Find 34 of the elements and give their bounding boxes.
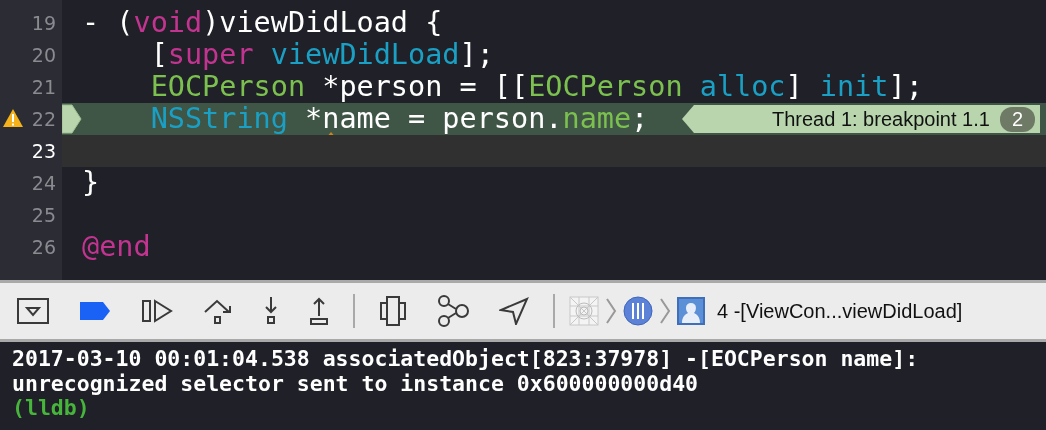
chevron-icon bbox=[659, 298, 671, 324]
line-number: 19 bbox=[31, 12, 56, 34]
code-line: @end bbox=[82, 231, 151, 263]
memory-graph-icon[interactable] bbox=[437, 295, 469, 327]
thread-icon[interactable] bbox=[623, 296, 653, 326]
console-output: 2017-03-10 00:01:04.538 associatedObject[823:37978] -[EOCPerson name]: bbox=[12, 347, 920, 372]
line-number: 26 bbox=[31, 236, 56, 258]
warning-icon[interactable] bbox=[2, 108, 24, 128]
line-number: 25 bbox=[31, 204, 56, 226]
stack-frame-label[interactable]: 4 -[ViewCon...viewDidLoad] bbox=[717, 299, 963, 323]
count-badge: 2 bbox=[999, 106, 1035, 132]
code-line: } bbox=[82, 167, 100, 199]
code-line: [super viewDidLoad]; bbox=[149, 39, 494, 71]
code-line: EOCPerson *person = [[EOCPerson alloc] init]; bbox=[149, 71, 923, 103]
step-over-icon[interactable] bbox=[203, 297, 233, 325]
step-into-icon[interactable] bbox=[263, 296, 279, 326]
step-out-icon[interactable] bbox=[309, 296, 329, 326]
console-output: unrecognized selector sent to instance 0x600000000d40 bbox=[12, 371, 700, 396]
breakpoint-icon[interactable] bbox=[79, 300, 111, 322]
continue-icon[interactable] bbox=[141, 299, 173, 323]
location-arrow-icon[interactable] bbox=[499, 297, 529, 325]
line-number: 20 bbox=[31, 44, 56, 66]
line-number: 24 bbox=[31, 172, 56, 194]
user-frame-icon[interactable] bbox=[677, 297, 705, 325]
breakpoint-marker-icon[interactable] bbox=[62, 104, 82, 134]
line-number: 23 bbox=[31, 140, 56, 162]
line-number: 21 bbox=[31, 76, 56, 98]
code-line: - (void)viewDidLoad { bbox=[82, 7, 443, 39]
hide-panel-icon[interactable] bbox=[17, 298, 49, 324]
console-prompt: (lldb) bbox=[12, 396, 91, 421]
line-number: 22 bbox=[31, 108, 56, 130]
view-hierarchy-icon[interactable] bbox=[379, 296, 407, 326]
thread-label: Thread 1: breakpoint 1.1 bbox=[771, 107, 990, 131]
chevron-icon bbox=[605, 298, 617, 324]
